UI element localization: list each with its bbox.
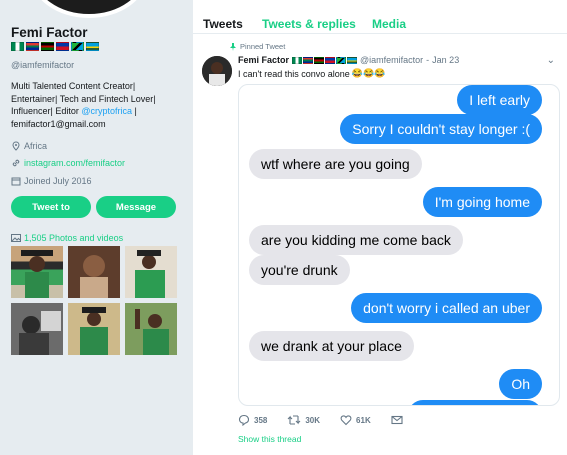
message-button[interactable]: Message (96, 196, 176, 218)
profile-joined: Joined July 2016 (11, 176, 92, 186)
link-icon (12, 159, 20, 167)
media-thumbnail[interactable] (125, 246, 177, 298)
profile-name: Femi Factor (11, 25, 88, 40)
flag-nigeria-icon (292, 56, 303, 64)
show-thread-link[interactable]: Show this thread (238, 434, 301, 444)
photo-icon (11, 234, 21, 242)
profile-website: instagram.com/femifactor (11, 158, 125, 168)
photos-videos-link[interactable]: 1,505 Photos and videos (11, 233, 123, 243)
chat-bubble-outgoing-partial (408, 400, 542, 405)
avatar-figure-icon (202, 56, 232, 86)
bio-line: Influencer| Editor @cryptofrica | (11, 105, 183, 118)
retweet-icon (287, 415, 301, 425)
tweet-author-handle[interactable]: @iamfemifactor (360, 55, 423, 65)
tab-media[interactable]: Media (372, 17, 406, 31)
bio-line: Multi Talented Content Creator| (11, 81, 136, 91)
chat-screenshot-image[interactable]: I left early Sorry I couldn't stay longe… (238, 84, 560, 406)
envelope-icon (391, 415, 403, 425)
joined-text: Joined July 2016 (24, 176, 92, 186)
like-count: 61K (356, 415, 371, 425)
reply-button[interactable]: 358 (238, 414, 267, 426)
profile-handle: @iamfemifactor (11, 60, 75, 70)
author-flags (292, 56, 358, 64)
bio-mention-link[interactable]: @cryptofrica (81, 106, 132, 116)
thumbnail-figure-icon (125, 246, 177, 298)
flag-philippines-icon (56, 42, 69, 51)
flag-nigeria-icon (11, 42, 24, 51)
tab-tweets[interactable]: Tweets (203, 17, 243, 31)
direct-message-button[interactable] (391, 414, 403, 426)
thumbnail-figure-icon (11, 303, 63, 355)
chat-bubble-outgoing: Sorry I couldn't stay longer :( (340, 114, 542, 144)
flag-tanzania-icon (71, 42, 84, 51)
flag-rwanda-icon (86, 42, 99, 51)
profile-avatar[interactable] (30, 0, 148, 18)
tweet-header: Femi Factor @iamfemifactor - Jan 23 (238, 55, 459, 65)
thumbnail-figure-icon (68, 246, 120, 298)
timeline-panel: Tweets Tweets & replies Media Pinned Twe… (192, 0, 567, 455)
tweet-text-body: I can't read this convo alone (238, 68, 350, 79)
chat-bubble-outgoing: I'm going home (422, 187, 542, 217)
flag-rwanda-icon (347, 56, 358, 64)
pinned-label: Pinned Tweet (240, 42, 286, 51)
chat-bubble-outgoing: don't worry i called an uber (351, 293, 542, 323)
bio-line: Entertainer| Tech and Fintech Lover| (11, 93, 156, 104)
bio-text: Influencer| Editor (11, 106, 82, 116)
retweet-count: 30K (305, 415, 321, 425)
flag-south-africa-icon (26, 42, 39, 51)
photos-videos-label: 1,505 Photos and videos (24, 233, 124, 243)
chat-bubble-incoming: wtf where are you going (249, 149, 422, 179)
media-thumbnail[interactable] (11, 303, 63, 355)
like-button[interactable]: 61K (340, 414, 371, 426)
calendar-icon (11, 177, 21, 186)
media-thumbnail[interactable] (68, 246, 120, 298)
tweet-author-name[interactable]: Femi Factor (238, 55, 289, 65)
chat-bubble-incoming: you're drunk (249, 255, 350, 285)
flag-tanzania-icon (336, 56, 347, 64)
chat-bubble-incoming: we drank at your place (249, 331, 414, 361)
flag-south-africa-icon (303, 56, 314, 64)
laughing-emoji: 😂😂😂 (351, 68, 386, 78)
flag-emoji-row (11, 42, 99, 51)
reply-icon (238, 414, 250, 426)
tweet-date[interactable]: Jan 23 (432, 55, 459, 65)
location-text: Africa (24, 141, 48, 151)
profile-location: Africa (11, 141, 47, 151)
chat-bubble-incoming: are you kidding me come back (249, 225, 463, 255)
tweet-text: I can't read this convo alone 😂😂😂 (238, 68, 385, 79)
tab-tweets-replies[interactable]: Tweets & replies (262, 17, 356, 31)
thumbnail-figure-icon (21, 250, 53, 298)
chat-bubble-outgoing: Oh (499, 369, 542, 399)
tweet-author-avatar[interactable] (202, 56, 232, 86)
bio-email: femifactor1@gmail.com (11, 118, 106, 129)
profile-tabs: Tweets Tweets & replies Media (193, 0, 567, 34)
profile-sidebar: Femi Factor @iamfemifactor Multi Talente… (0, 0, 192, 455)
tweet-actions: 358 30K 61K (238, 414, 423, 426)
flag-kenya-icon (314, 56, 325, 64)
media-thumbnail[interactable] (68, 303, 120, 355)
thumbnail-figure-icon (68, 303, 120, 355)
flag-kenya-icon (41, 42, 54, 51)
media-thumbnail[interactable] (11, 246, 63, 298)
flag-philippines-icon (325, 56, 336, 64)
pin-icon (230, 42, 236, 51)
tweet-to-button[interactable]: Tweet to (11, 196, 91, 218)
pinned-indicator: Pinned Tweet (229, 42, 285, 51)
location-pin-icon (12, 141, 20, 151)
thumbnail-figure-icon (125, 303, 177, 355)
tweet-separator: - (426, 55, 430, 65)
tweet-more-chevron-down-icon[interactable]: ⌄ (547, 55, 555, 66)
retweet-button[interactable]: 30K (287, 414, 320, 426)
reply-count: 358 (254, 415, 268, 425)
bio-text: | (132, 106, 137, 116)
chat-bubble-outgoing: I left early (457, 85, 542, 115)
media-thumbnail[interactable] (125, 303, 177, 355)
heart-icon (340, 415, 352, 426)
profile-bio: Multi Talented Content Creator| Entertai… (11, 80, 183, 130)
website-link[interactable]: instagram.com/femifactor (24, 158, 125, 168)
